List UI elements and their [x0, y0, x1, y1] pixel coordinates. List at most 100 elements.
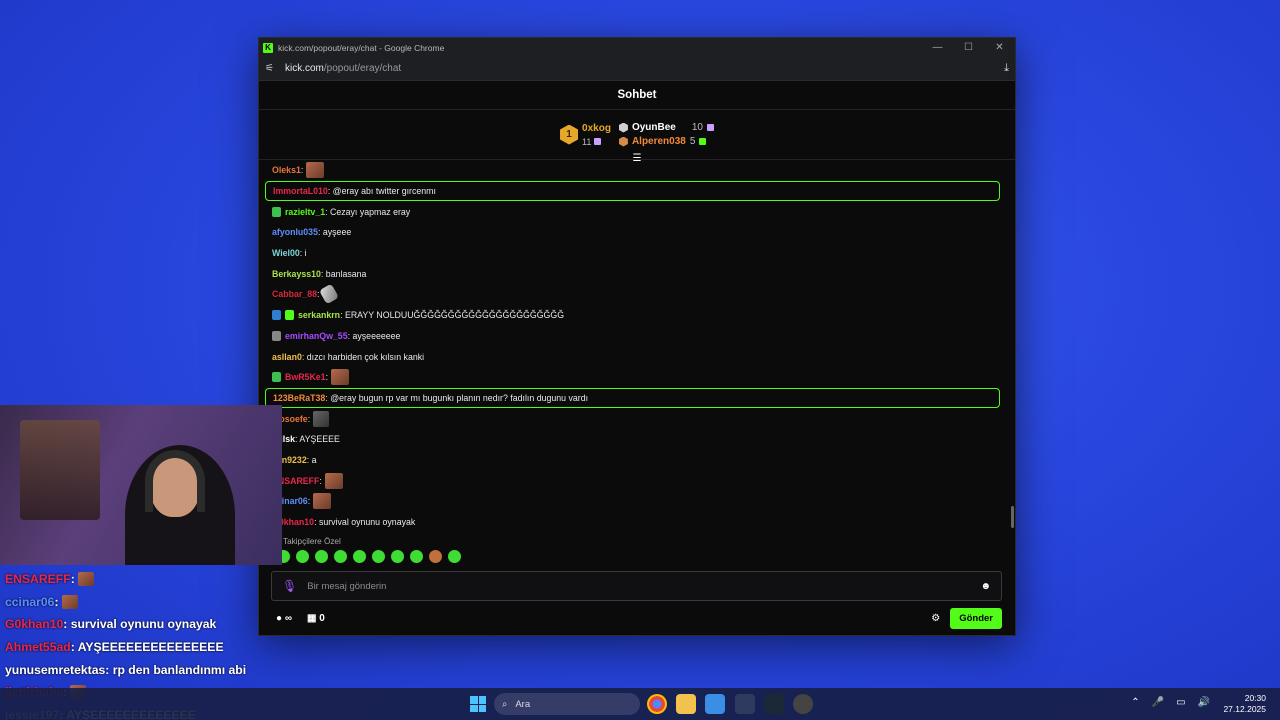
address-bar[interactable]: ⚟ kick.com/popout/eray/chat ⤓ [259, 57, 1015, 81]
microphone-icon[interactable]: 🎙 [282, 579, 297, 593]
url-path[interactable]: /popout/eray/chat [324, 63, 401, 74]
send-button[interactable]: Gönder [950, 607, 1002, 629]
chat-username[interactable]: serkankrn [298, 310, 340, 320]
url-host[interactable]: kick.com [285, 63, 324, 74]
chat-message[interactable]: emirhanQw_55: ayşeeeeeee [265, 326, 1005, 347]
chat-username[interactable]: asllan0 [272, 352, 302, 362]
kick-points[interactable]: ● ∞ [276, 613, 292, 624]
emote-button[interactable] [448, 550, 461, 563]
emoji-icon[interactable]: ☻ [980, 581, 991, 592]
overlay-message: ccinar06 : [5, 591, 265, 614]
emote-button[interactable] [315, 550, 328, 563]
chat-message[interactable]: asllan0: dızcı harbiden çok kılsın kanki [265, 346, 1005, 367]
chat-message[interactable]: Wllsk: AYŞEEEE [265, 429, 1005, 450]
overlay-username: ENSAREFF [5, 572, 71, 587]
chat-title: Sohbet [259, 81, 1015, 110]
chat-message[interactable]: Mosoefe: [265, 408, 1005, 429]
overlay-username: ccinar06 [5, 594, 55, 609]
chat-message[interactable]: Wiel00: i [265, 243, 1005, 264]
chat-text: : [325, 372, 329, 383]
file-explorer-icon[interactable] [676, 694, 696, 714]
app-icon[interactable] [793, 694, 813, 714]
emote-button[interactable] [372, 550, 385, 563]
emote-image [313, 410, 330, 427]
chat-message[interactable]: G0khan10: survival oynunu oynayak [265, 512, 1005, 533]
store-count: 0 [319, 612, 325, 624]
chat-username[interactable]: ImmortaL010 [273, 186, 328, 196]
gear-icon[interactable]: ⚙ [931, 613, 940, 624]
minimize-icon[interactable]: — [922, 38, 953, 57]
chat-message[interactable]: afyonlu035: ayşeee [265, 222, 1005, 243]
chevron-up-icon[interactable]: ⌃ [1131, 697, 1139, 708]
emote-button[interactable] [353, 550, 366, 563]
chat-messages[interactable]: Oleks1: ImmortaL010: @eray abı twitter gı… [265, 160, 1005, 572]
chat-message[interactable]: ccinar06: [265, 491, 1005, 512]
close-icon[interactable]: ✕ [984, 38, 1015, 57]
chat-message[interactable]: razieltv_1: Cezayı yapmaz eray [265, 201, 1005, 222]
overlay-text: : [54, 594, 59, 609]
emote-image [306, 162, 325, 179]
microphone-icon[interactable]: 🎤 [1152, 697, 1164, 708]
leaderboard-first[interactable]: 1 0xkog 11 [560, 123, 611, 147]
emote-button[interactable] [410, 550, 423, 563]
chat-text: : ayşeee [317, 227, 352, 238]
overlay-text: : AYŞEEEEEEEEEEEEEEE [70, 640, 224, 655]
chat-username[interactable]: Cabbar_88 [272, 289, 317, 299]
clock[interactable]: 20:30 27.12.2025 [1223, 693, 1266, 715]
chat-username[interactable]: Berkayss10 [272, 269, 321, 279]
chat-username[interactable]: Oleks1 [272, 165, 301, 175]
emote-image [324, 472, 343, 489]
chat-message[interactable]: Cabbar_88: [265, 284, 1005, 305]
gift-icon [706, 124, 714, 131]
download-icon[interactable]: ⤓ [1004, 62, 1009, 75]
chat-text: : ERAYY NOLDUUĞĞĞĞĞĞĞĞĞĞĞĞĞĞĞĞĞĞĞĞĞĞ [340, 310, 565, 321]
chat-message[interactable]: ENSAREFF: [265, 470, 1005, 491]
windows-start-icon[interactable] [470, 696, 486, 712]
taskbar-search[interactable]: ⌕ Ara [494, 693, 640, 715]
gift-icon [699, 138, 707, 145]
search-label: Ara [515, 698, 531, 710]
emote-button[interactable] [391, 550, 404, 563]
chat-username[interactable]: BwR5Ke1 [285, 372, 326, 382]
chat-username[interactable]: 123BeRaT38 [273, 393, 325, 403]
leaderboard-third[interactable]: Alperen038 5 [618, 136, 714, 147]
display-icon[interactable]: ▭ [1176, 697, 1185, 708]
photos-icon[interactable] [705, 694, 725, 714]
chrome-window: K kick.com/popout/eray/chat - Google Chr… [258, 37, 1016, 636]
chat-username[interactable]: afyonlu035 [272, 227, 318, 237]
chat-message[interactable]: ImmortaL010: @eray abı twitter gırcenmı [265, 180, 1000, 202]
scrollbar-thumb[interactable] [1011, 506, 1014, 528]
chat-username[interactable]: emirhanQw_55 [285, 331, 348, 341]
chat-message[interactable]: Berkayss10: banlasana [265, 263, 1005, 284]
chat-message[interactable]: ozn9232: a [265, 450, 1005, 471]
store[interactable]: ▦ 0 [307, 613, 325, 624]
emote-button[interactable] [334, 550, 347, 563]
emote-button[interactable] [429, 550, 442, 563]
leaderboard-first-name: 0xkog [582, 122, 611, 134]
chat-username[interactable]: razieltv_1 [285, 207, 325, 217]
overlay-username: Ahmet55ad [5, 640, 71, 655]
leaderboard-second[interactable]: OyunBee 10 [618, 122, 714, 133]
bronze-medal-icon [618, 136, 628, 147]
site-settings-icon[interactable]: ⚟ [265, 63, 277, 74]
window-controls: — ☐ ✕ [922, 38, 1015, 57]
steam-icon[interactable] [764, 694, 784, 714]
chat-message[interactable]: 123BeRaT38: @eray bugun rp var mı bugunk… [265, 387, 1000, 409]
window-titlebar[interactable]: K kick.com/popout/eray/chat - Google Chr… [259, 38, 1015, 57]
app-icon[interactable] [735, 694, 755, 714]
chat-text: : [300, 165, 304, 176]
chat-message[interactable]: Oleks1: [265, 160, 1005, 181]
message-input-placeholder[interactable]: Bir mesaj gönderin [307, 581, 386, 592]
gift-leaderboard[interactable]: 1 0xkog 11 OyunBee 10 Alperen038 5 ☰ [259, 110, 1015, 164]
emote-button[interactable] [296, 550, 309, 563]
emote-bar-label: Takipçilere Özel [283, 537, 341, 546]
chat-message[interactable]: BwR5Ke1: [265, 367, 1005, 388]
volume-icon[interactable]: 🔊 [1198, 697, 1210, 708]
message-input[interactable]: 🎙 Bir mesaj gönderin ☻ [271, 571, 1002, 601]
maximize-icon[interactable]: ☐ [953, 38, 984, 57]
chat-username[interactable]: Wiel00 [272, 248, 300, 258]
user-badge-icon [272, 310, 281, 321]
chat-message[interactable]: serkankrn: ERAYY NOLDUUĞĞĞĞĞĞĞĞĞĞĞĞĞĞĞĞĞ… [265, 305, 1005, 326]
chrome-icon[interactable] [647, 694, 667, 714]
leaderboard-third-name: Alperen038 [631, 136, 686, 147]
